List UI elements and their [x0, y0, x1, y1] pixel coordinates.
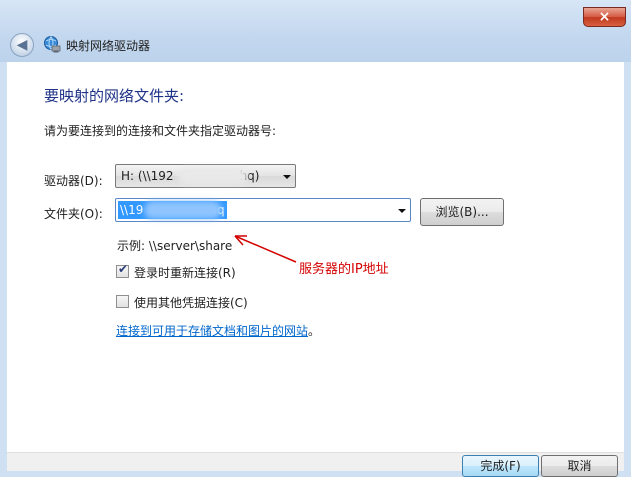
annotation-text: 服务器的IP地址 [299, 262, 389, 277]
finish-button[interactable]: 完成(F) [462, 455, 539, 477]
annotation-arrow [234, 235, 297, 263]
cancel-button[interactable]: 取消 [541, 455, 618, 477]
